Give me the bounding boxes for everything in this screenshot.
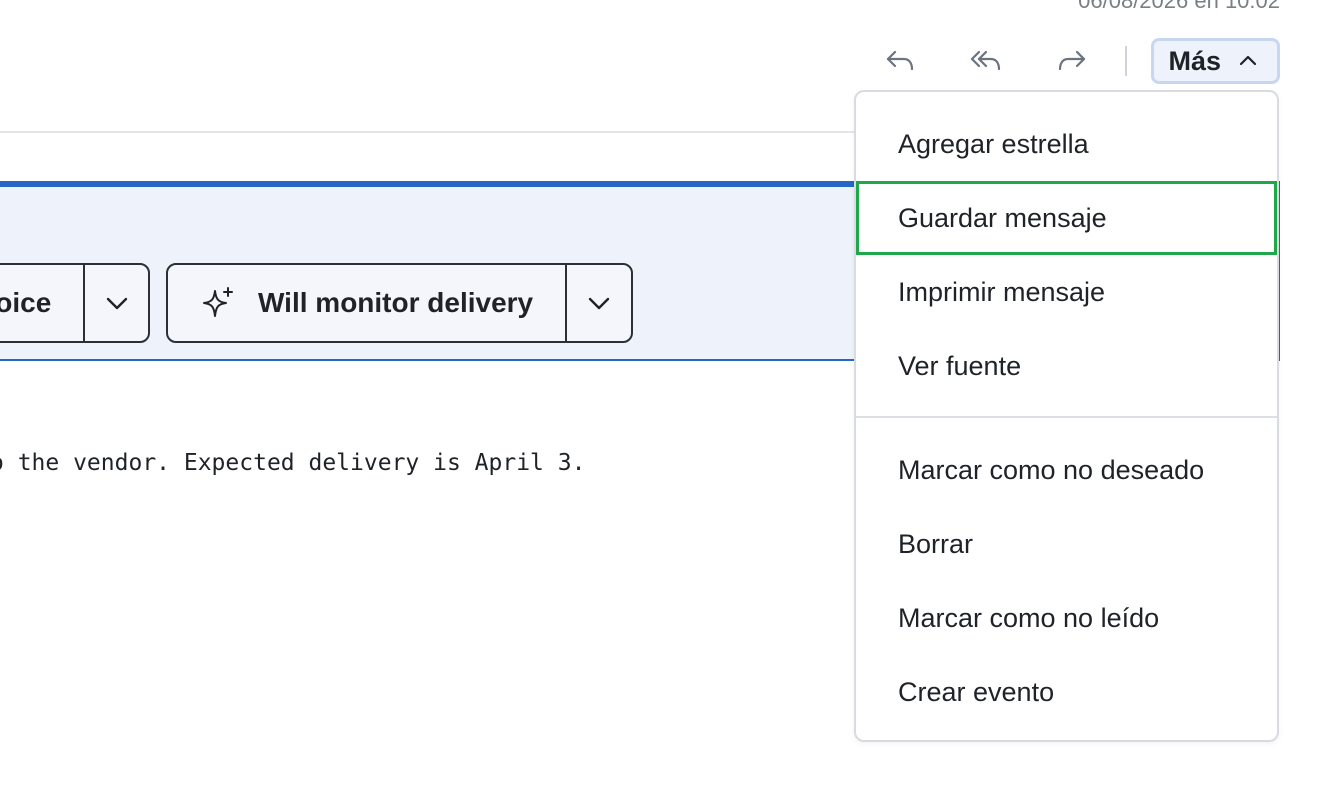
menu-item-view-source[interactable]: Ver fuente: [856, 329, 1277, 403]
invoice-split-button: oice: [0, 263, 150, 343]
chevron-up-icon: [1239, 55, 1257, 66]
menu-item-create-event[interactable]: Crear evento: [856, 655, 1277, 729]
menu-separator: [856, 416, 1277, 418]
header-divider-line: [0, 131, 855, 133]
sparkle-icon: [203, 287, 233, 317]
monitor-delivery-split-button: Will monitor delivery: [166, 263, 633, 343]
message-header-actions: Más: [873, 36, 1280, 86]
invoice-dropdown-button[interactable]: [83, 265, 148, 341]
menu-item-add-star[interactable]: Agregar estrella: [856, 107, 1277, 181]
menu-item-delete[interactable]: Borrar: [856, 507, 1277, 581]
forward-button[interactable]: [1045, 36, 1099, 86]
monitor-delivery-button[interactable]: Will monitor delivery: [168, 265, 565, 341]
menu-item-mark-as-junk[interactable]: Marcar como no deseado: [856, 433, 1277, 507]
more-button[interactable]: Más: [1151, 38, 1280, 84]
more-menu: Agregar estrella Guardar mensaje Imprimi…: [854, 90, 1279, 742]
invoice-action-button[interactable]: oice: [0, 265, 83, 341]
menu-item-mark-as-unread[interactable]: Marcar como no leído: [856, 581, 1277, 655]
reply-icon: [887, 50, 914, 71]
message-view: 06/08/2026 en 10:02 Más oice Will monito…: [0, 0, 1340, 810]
monitor-delivery-label: Will monitor delivery: [258, 287, 534, 318]
message-body-text: o the vendor. Expected delivery is April…: [0, 450, 586, 476]
menu-item-save-message[interactable]: Guardar mensaje: [856, 181, 1277, 255]
monitor-delivery-dropdown-button[interactable]: [565, 265, 631, 341]
chevron-down-icon: [588, 297, 610, 310]
header-divider: [1125, 46, 1128, 76]
menu-item-print-message[interactable]: Imprimir mensaje: [856, 255, 1277, 329]
reply-button[interactable]: [873, 36, 927, 86]
reply-all-icon: [971, 50, 1001, 71]
reply-all-button[interactable]: [959, 36, 1013, 86]
chevron-down-icon: [106, 297, 127, 310]
forward-icon: [1059, 50, 1086, 71]
message-timestamp: 06/08/2026 en 10:02: [1078, 0, 1280, 13]
more-button-label: Más: [1168, 45, 1221, 76]
